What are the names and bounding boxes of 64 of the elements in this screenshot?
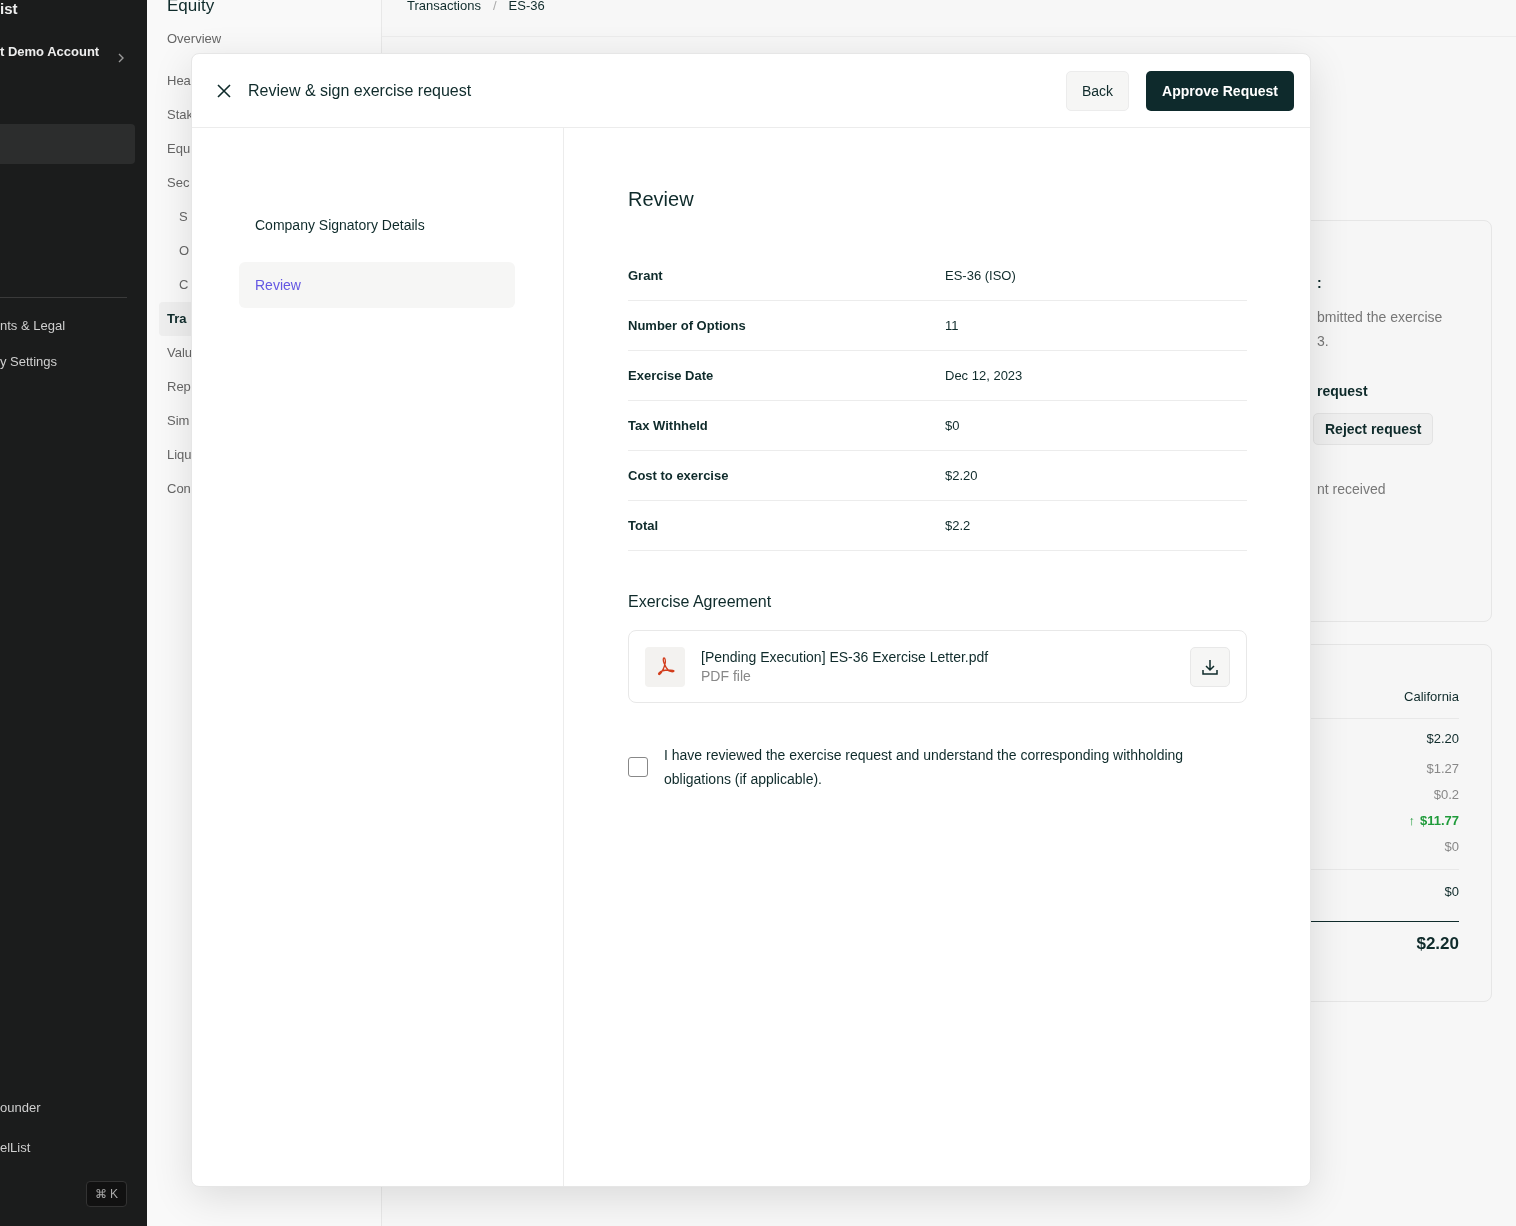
chevron-right-icon[interactable]: [117, 52, 125, 64]
nav-item[interactable]: Stak: [159, 98, 195, 132]
pdf-icon: [645, 646, 685, 687]
nav-item[interactable]: Equ: [159, 132, 193, 166]
nav-item[interactable]: Hea: [159, 64, 193, 98]
nav-item[interactable]: C: [159, 268, 191, 302]
account-name[interactable]: t Demo Account: [0, 43, 100, 59]
summary-value: $0.2: [1433, 787, 1459, 803]
nav-item[interactable]: O: [159, 234, 192, 268]
section-heading: Exercise Agreement: [628, 593, 773, 611]
download-button[interactable]: [1190, 646, 1230, 687]
app-title: ist: [0, 0, 19, 18]
total-value: $2.20: [1415, 934, 1459, 954]
file-type: PDF file: [701, 668, 752, 684]
breadcrumb-separator: /: [492, 0, 497, 12]
nav-item[interactable]: Liqu: [159, 438, 194, 472]
summary-value: $0: [1444, 839, 1459, 855]
step-item[interactable]: Company Signatory Details: [239, 202, 515, 248]
detail-label: Cost to exercise: [628, 468, 730, 483]
sidebar-item[interactable]: elList: [0, 1140, 147, 1155]
shortcut-badge[interactable]: ⌘ K: [85, 1181, 127, 1207]
card-subheading: request: [1317, 383, 1368, 399]
detail-label: Grant: [628, 268, 664, 283]
up-arrow-icon: ↑: [1408, 813, 1415, 828]
detail-label: Total: [628, 518, 660, 533]
nav-item[interactable]: Valu: [159, 336, 195, 370]
detail-value: Dec 12, 2023: [945, 368, 1023, 383]
detail-value: ES-36 (ISO): [945, 268, 1016, 283]
nav-item[interactable]: Sim: [159, 404, 193, 438]
dialog-title: Review & sign exercise request: [248, 81, 473, 100]
sidebar-item[interactable]: ounder: [0, 1100, 147, 1115]
checkbox[interactable]: [628, 757, 648, 777]
card-heading: :: [1317, 275, 1322, 291]
detail-value: $2.20: [945, 468, 978, 483]
card-note: nt received: [1317, 481, 1386, 497]
detail-label: Number of Options: [628, 318, 747, 333]
section-heading: Review: [628, 188, 695, 211]
nav-item[interactable]: S: [159, 200, 191, 234]
reject-request-button[interactable]: Reject request: [1313, 413, 1434, 445]
summary-value: ↑ $11.77: [1408, 813, 1459, 829]
nav-item[interactable]: Con: [159, 472, 193, 506]
detail-label: Exercise Date: [628, 368, 715, 383]
acknowledgement-text: I have reviewed the exercise request and understand the corresponding withholding obligations (if applicable).: [664, 746, 1185, 789]
approve-button[interactable]: Approve Request: [1146, 70, 1294, 111]
breadcrumb-link[interactable]: Transactions: [407, 0, 481, 12]
sidebar-item[interactable]: y Settings: [0, 354, 147, 369]
card-text: bmitted the exercise 3.: [1317, 308, 1443, 351]
close-icon[interactable]: [217, 83, 231, 98]
detail-value: $2.2: [945, 518, 971, 533]
download-icon: [1201, 657, 1219, 676]
detail-value: $0: [945, 418, 960, 433]
nav-item[interactable]: Rep: [159, 370, 193, 404]
nav-item[interactable]: Overview: [159, 30, 224, 48]
detail-label: Tax Withheld: [628, 418, 709, 433]
nav-item[interactable]: Sec: [159, 166, 193, 200]
nav-item[interactable]: Tra: [159, 302, 193, 336]
back-button[interactable]: Back: [1065, 70, 1130, 111]
step-item[interactable]: Review: [239, 262, 515, 308]
detail-value: 11: [945, 318, 959, 333]
sidebar-item[interactable]: nts & Legal: [0, 318, 147, 333]
summary-value: $1.27: [1426, 761, 1459, 777]
summary-value: $2.20: [1426, 731, 1459, 747]
breadcrumb-current: ES-36: [508, 0, 545, 12]
file-name[interactable]: [Pending Execution] ES-36 Exercise Letter.pdf: [701, 649, 1174, 665]
